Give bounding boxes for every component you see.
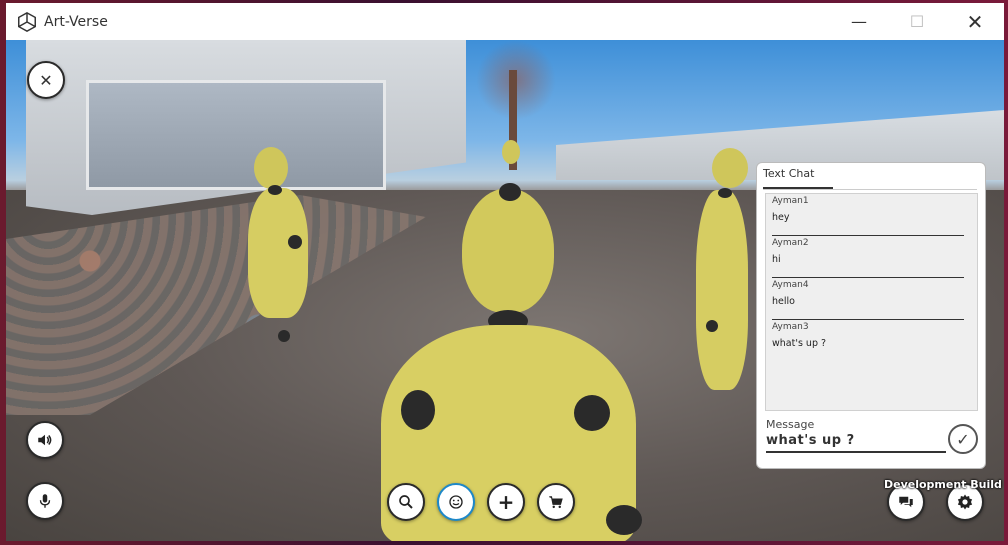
send-button[interactable]: ✓: [948, 424, 978, 454]
tab-text-chat[interactable]: Text Chat: [763, 167, 814, 180]
message-input[interactable]: what's up ?: [766, 433, 946, 453]
avatar-joint: [706, 320, 718, 332]
avatar-joint: [574, 395, 610, 431]
microphone-icon: [39, 494, 51, 508]
avatar-right-head: [712, 148, 748, 188]
cart-button[interactable]: [537, 483, 575, 521]
avatar-right-body: [696, 190, 748, 390]
avatar-joint: [606, 505, 642, 535]
message-text: hi: [772, 254, 781, 265]
avatar-joint: [268, 185, 282, 195]
tab-divider: [763, 189, 977, 190]
avatar-joint: [718, 188, 732, 198]
gear-icon: [957, 494, 973, 510]
search-icon: [399, 495, 413, 509]
microphone-button[interactable]: [26, 482, 64, 520]
avatar-distant-head: [502, 140, 520, 164]
avatar-joint: [278, 330, 290, 342]
message-text: hello: [772, 296, 795, 307]
message-list[interactable]: Ayman1 hey Ayman2 hi Ayman4 hello Ayman3…: [765, 193, 978, 411]
message-user: Ayman3: [772, 322, 809, 332]
message-user: Ayman2: [772, 238, 809, 248]
add-button[interactable]: +: [487, 483, 525, 521]
chat-bubbles-icon: [899, 496, 913, 508]
game-viewport[interactable]: ✕ + Text Chat Ayman1 hey Ayman2 hi Ayman…: [6, 40, 1004, 541]
message-user: Ayman4: [772, 280, 809, 290]
cart-icon: [549, 496, 563, 509]
avatar-player-head: [462, 188, 554, 313]
message-text: what's up ?: [772, 338, 827, 349]
emoji-button[interactable]: [437, 483, 475, 521]
avatar-joint: [288, 235, 302, 249]
building-glass: [86, 80, 386, 190]
message-user: Ayman1: [772, 196, 809, 206]
plus-icon: +: [497, 490, 515, 514]
unity-logo-icon: [18, 11, 36, 32]
text-chat-panel: Text Chat Ayman1 hey Ayman2 hi Ayman4 he…: [756, 162, 986, 469]
list-item: Ayman3 what's up ?: [772, 320, 964, 362]
checkmark-icon: ✓: [956, 429, 970, 449]
maximize-button[interactable]: ☐: [888, 3, 946, 40]
app-window: Art-Verse — ☐ ✕ ✕ + Text Chat Ayman1 hey…: [6, 3, 1004, 541]
list-item: Ayman1 hey: [772, 194, 964, 236]
close-icon: ✕: [39, 70, 53, 90]
list-item: Ayman2 hi: [772, 236, 964, 278]
development-build-label: Development Build: [884, 478, 1002, 491]
avatar-joint: [401, 390, 435, 430]
search-button[interactable]: [387, 483, 425, 521]
avatar-left-body: [248, 188, 308, 318]
speaker-icon: [38, 434, 52, 446]
speaker-button[interactable]: [26, 421, 64, 459]
close-hud-button[interactable]: ✕: [27, 61, 65, 99]
message-field-label: Message: [766, 418, 815, 431]
avatar-joint: [499, 183, 521, 201]
message-text: hey: [772, 212, 790, 223]
window-title: Art-Verse: [44, 13, 108, 30]
close-window-button[interactable]: ✕: [946, 3, 1004, 40]
title-bar: Art-Verse — ☐ ✕: [6, 3, 1004, 40]
smiley-icon: [449, 495, 463, 509]
list-item: Ayman4 hello: [772, 278, 964, 320]
minimize-button[interactable]: —: [830, 3, 888, 40]
avatar-left-head: [254, 147, 288, 189]
